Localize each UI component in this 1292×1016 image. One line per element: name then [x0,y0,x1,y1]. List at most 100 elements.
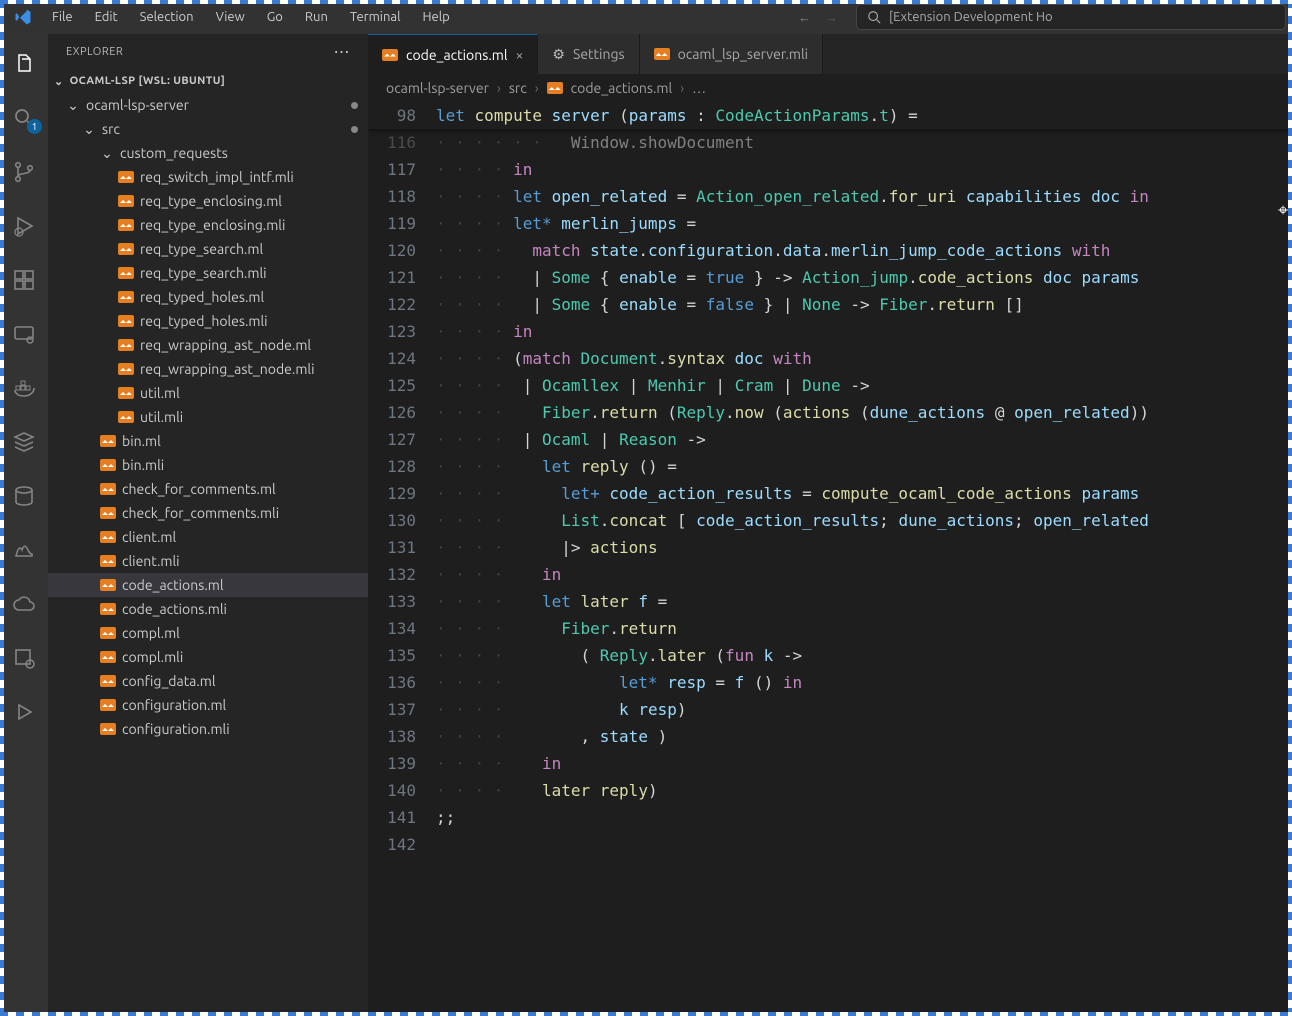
tree-file[interactable]: req_typed_holes.mli [48,309,368,333]
close-icon[interactable]: × [516,47,524,63]
tree-file[interactable]: util.ml [48,381,368,405]
activity-run-button[interactable] [0,690,48,734]
code-line[interactable]: 122· · · · | Some { enable = false } | N… [368,291,1292,318]
code-text: · · · · List.concat [ code_action_result… [436,507,1149,534]
code-line[interactable]: 117· · · · in [368,156,1292,183]
code-line[interactable]: 127· · · · | Ocaml | Reason -> [368,426,1292,453]
tree-file[interactable]: req_type_search.mli [48,261,368,285]
line-number: 123 [368,318,436,345]
tree-file[interactable]: compl.mli [48,645,368,669]
code-line[interactable]: 125· · · · | Ocamllex | Menhir | Cram | … [368,372,1292,399]
activity-cloud[interactable] [0,582,48,626]
tree-file[interactable]: code_actions.ml [48,573,368,597]
folder-label: custom_requests [120,145,228,161]
code-line[interactable]: 135· · · · ( Reply.later (fun k -> [368,642,1292,669]
code-line[interactable]: 138· · · · , state ) [368,723,1292,750]
code-line[interactable]: 136· · · · let* resp = f () in [368,669,1292,696]
code-line[interactable]: 131· · · · |> actions [368,534,1292,561]
menu-edit[interactable]: Edit [85,6,128,28]
code-line[interactable]: 132· · · · in [368,561,1292,588]
code-line[interactable]: 142 [368,831,1292,858]
sidebar: EXPLORER ⋯ ⌄ OCAML-LSP [WSL: UBUNTU] ⌄ o… [48,34,368,1016]
activity-search[interactable]: 1 [0,96,48,140]
code-line[interactable]: 119· · · · let* merlin_jumps = [368,210,1292,237]
activity-debug[interactable] [0,204,48,248]
activity-stack[interactable] [0,420,48,464]
tree-file[interactable]: req_type_enclosing.ml [48,189,368,213]
tree-file[interactable]: check_for_comments.mli [48,501,368,525]
code-line[interactable]: 140· · · · later reply) [368,777,1292,804]
code-line[interactable]: 116· · · · · · Window.showDocument [368,129,1292,156]
code-editor[interactable]: 98 let compute server (params : CodeActi… [368,102,1292,1016]
sticky-scroll-line[interactable]: 98 let compute server (params : CodeActi… [368,102,1292,129]
code-line[interactable]: 141;; [368,804,1292,831]
activity-database[interactable] [0,474,48,518]
code-line[interactable]: 124· · · · (match Document.syntax doc wi… [368,345,1292,372]
activity-scm[interactable] [0,150,48,194]
tree-file[interactable]: client.mli [48,549,368,573]
menu-run[interactable]: Run [295,6,338,28]
code-line[interactable]: 130· · · · List.concat [ code_action_res… [368,507,1292,534]
breadcrumb[interactable]: ocaml-lsp-server › src › code_actions.ml… [368,74,1292,102]
activity-ocaml[interactable] [0,528,48,572]
tree-file[interactable]: req_type_enclosing.mli [48,213,368,237]
tree-folder-custom-requests[interactable]: ⌄ custom_requests [48,141,368,165]
menu-view[interactable]: View [206,6,255,28]
activity-extensions[interactable] [0,258,48,302]
tree-file[interactable]: config_data.ml [48,669,368,693]
code-line[interactable]: 129· · · · let+ code_action_results = co… [368,480,1292,507]
activity-docker[interactable] [0,366,48,410]
code-line[interactable]: 120· · · · match state.configuration.dat… [368,237,1292,264]
menu-file[interactable]: File [42,6,83,28]
crumb[interactable]: ocaml-lsp-server [386,80,489,96]
menu-selection[interactable]: Selection [130,6,204,28]
command-center[interactable]: [Extension Development Ho [856,4,1286,30]
tree-file[interactable]: req_type_search.ml [48,237,368,261]
code-line[interactable]: 139· · · · in [368,750,1292,777]
tree-file[interactable]: req_wrapping_ast_node.ml [48,333,368,357]
tree-file[interactable]: configuration.mli [48,717,368,741]
code-line[interactable]: 123· · · · in [368,318,1292,345]
code-line[interactable]: 118· · · · let open_related = Action_ope… [368,183,1292,210]
code-line[interactable]: 128· · · · let reply () = [368,453,1292,480]
tree-file[interactable]: check_for_comments.ml [48,477,368,501]
tree-file[interactable]: bin.mli [48,453,368,477]
tree-file[interactable]: req_typed_holes.ml [48,285,368,309]
tree-file[interactable]: client.ml [48,525,368,549]
nav-back-icon[interactable]: ← [798,10,811,25]
crumb[interactable]: code_actions.ml [571,80,673,96]
code-line[interactable]: 121· · · · | Some { enable = true } -> A… [368,264,1292,291]
tree-file[interactable]: compl.ml [48,621,368,645]
stack-icon [12,430,36,454]
nav-forward-icon[interactable]: → [825,10,838,25]
sidebar-section-header[interactable]: ⌄ OCAML-LSP [WSL: UBUNTU] [48,69,368,93]
menu-help[interactable]: Help [412,6,459,28]
tree-file[interactable]: configuration.ml [48,693,368,717]
tree-folder-root[interactable]: ⌄ ocaml-lsp-server [48,93,368,117]
activity-remote-explorer[interactable] [0,636,48,680]
tab-ocaml-lsp-server[interactable]: ocaml_lsp_server.mli [640,34,824,74]
tree-folder-src[interactable]: ⌄ src [48,117,368,141]
menu-go[interactable]: Go [257,6,293,28]
code-line[interactable]: 126· · · · Fiber.return (Reply.now (acti… [368,399,1292,426]
crumb[interactable]: … [692,80,706,96]
tree-file[interactable]: util.mli [48,405,368,429]
activity-remote[interactable] [0,312,48,356]
file-tree[interactable]: ⌄ ocaml-lsp-server ⌄ src ⌄ custom_reques… [48,93,368,1016]
code-line[interactable]: 137· · · · k resp) [368,696,1292,723]
tab-code-actions[interactable]: code_actions.ml × [368,34,538,74]
code-line[interactable]: 134· · · · Fiber.return [368,615,1292,642]
tree-file[interactable]: req_switch_impl_intf.mli [48,165,368,189]
code-line[interactable]: 133· · · · let later f = [368,588,1292,615]
crumb[interactable]: src [509,80,527,96]
tab-settings[interactable]: ⚙ Settings [538,34,639,74]
tree-file[interactable]: req_wrapping_ast_node.mli [48,357,368,381]
sidebar-more-icon[interactable]: ⋯ [334,42,351,61]
menu-terminal[interactable]: Terminal [340,6,411,28]
file-label: client.mli [122,553,180,569]
play-bug-icon [12,214,36,238]
tree-file[interactable]: code_actions.mli [48,597,368,621]
tree-file[interactable]: bin.ml [48,429,368,453]
activity-explorer[interactable] [0,42,48,86]
vscode-logo-icon [14,8,32,26]
